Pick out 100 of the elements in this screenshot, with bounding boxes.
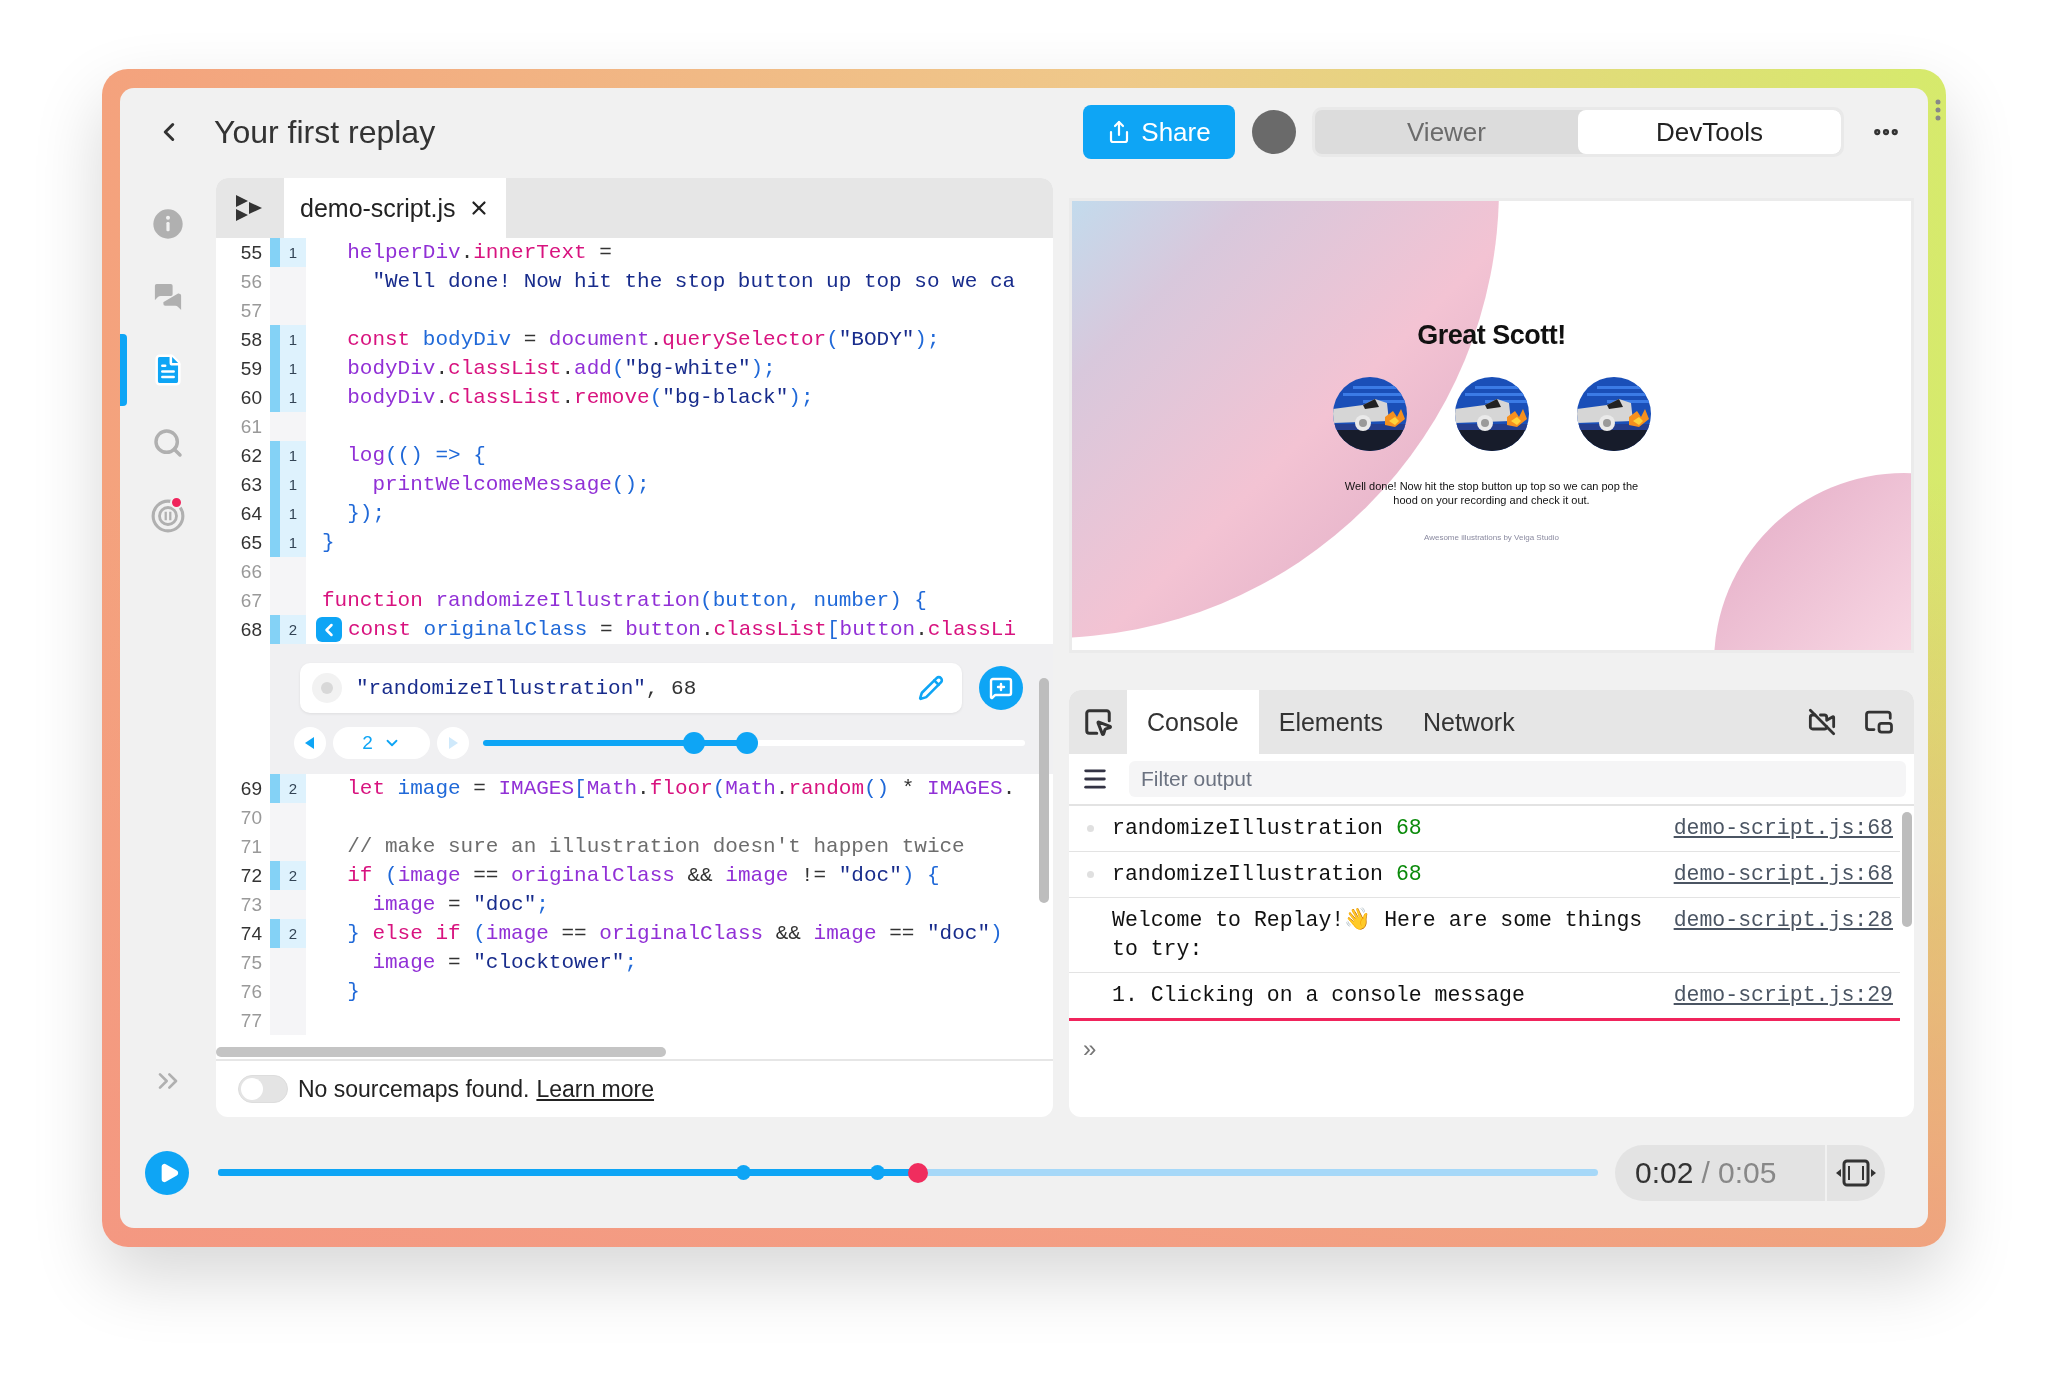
line-number: 62 — [239, 444, 263, 468]
hit-count: 1 — [270, 325, 306, 354]
message-text: Welcome to Replay!👋 Here are some things to try: — [1112, 908, 1643, 961]
bullet-icon — [1087, 871, 1094, 878]
line-number: 64 — [239, 502, 263, 526]
code-line: bodyDiv.classList.remove("bg-black"); — [346, 385, 814, 411]
code-line: }); — [346, 501, 385, 527]
source-link[interactable]: demo-script.js:68 — [1673, 814, 1900, 843]
line-number: 77 — [239, 1009, 263, 1033]
hit-gutter — [270, 557, 306, 586]
line-number: 65 — [239, 531, 263, 555]
previous-hit-button[interactable] — [294, 727, 326, 759]
bullet-icon — [1087, 825, 1094, 832]
hit-count: 2 — [270, 615, 306, 644]
filter-field[interactable]: Filter output — [1129, 761, 1906, 797]
source-link[interactable]: demo-script.js:28 — [1673, 906, 1900, 935]
console-message[interactable]: 1. Clicking on a console message demo-script.js:29 — [1069, 973, 1900, 1021]
slider-thumb[interactable] — [682, 732, 705, 754]
hit-count: 2 — [270, 919, 306, 948]
hit-count: 1 — [270, 238, 306, 267]
code-line: image = "doc"; — [371, 892, 549, 918]
code-line: const originalClass = button.classList[button.classLi — [348, 617, 1016, 643]
line-number: 59 — [239, 357, 263, 381]
line-number: 67 — [239, 589, 263, 613]
triangle-left-icon — [303, 736, 317, 750]
comment-plus-icon — [989, 676, 1013, 700]
scrollbar[interactable] — [216, 1047, 666, 1057]
line-number: 69 — [239, 777, 263, 801]
code-line: helperDiv.innerText = — [346, 240, 612, 266]
message-text: 1. Clicking on a console message — [1112, 983, 1525, 1007]
film-icon — [1836, 1158, 1876, 1187]
line-number: 72 — [239, 864, 263, 888]
search-icon — [152, 427, 184, 459]
video-off-icon[interactable] — [1808, 708, 1836, 736]
hit-count: 1 — [270, 383, 306, 412]
hit-gutter — [270, 948, 306, 977]
message-text: randomizeIllustration — [1112, 816, 1383, 840]
play-button[interactable] — [145, 1150, 189, 1195]
scrollbar[interactable] — [1902, 812, 1912, 927]
condition-toggle[interactable] — [312, 673, 342, 703]
view-tab[interactable]: Viewer — [1315, 110, 1578, 154]
console-tab[interactable]: Console — [1127, 690, 1259, 754]
line-number: 71 — [239, 835, 263, 859]
code-line: image = "clocktower"; — [371, 950, 638, 976]
code-line: } else if (image == originalClass && image == "doc") — [346, 921, 1003, 947]
credit-text: Awesome illustrations by Veiga Studio — [1423, 533, 1559, 542]
line-number: 57 — [239, 299, 263, 323]
code-line: let image = IMAGES[Math.floor(Math.random() * IMAGES. — [346, 776, 1016, 802]
code-line: } — [322, 530, 335, 556]
hit-slider[interactable] — [483, 732, 1025, 754]
page-message: Well done! Now hit the stop button up top so we can pop the hood on your recording and check it out. — [1343, 479, 1640, 507]
console-prompt[interactable]: » — [1069, 1021, 1097, 1063]
hit-gutter — [270, 890, 306, 919]
hit-count: 1 — [270, 528, 306, 557]
code-line: const bodyDiv = document.querySelector("BODY"); — [346, 327, 940, 353]
code-line: if (image == originalClass && image != "doc") { — [346, 863, 940, 889]
pause-icon — [151, 499, 185, 533]
console-message[interactable]: Welcome to Replay!👋 Here are some things to try: demo-script.js:28 — [1069, 898, 1900, 973]
line-number: 55 — [239, 241, 263, 265]
hit-count: 1 — [270, 470, 306, 499]
hit-count: 1 — [270, 499, 306, 528]
hit-count: 1 — [270, 354, 306, 383]
line-number: 63 — [239, 473, 263, 497]
view-tab[interactable]: DevTools — [1578, 110, 1841, 154]
console-tab[interactable]: Network — [1402, 690, 1535, 754]
playhead[interactable] — [907, 1162, 928, 1183]
hit-count: 2 — [270, 861, 306, 890]
code-line: } — [346, 979, 360, 1005]
edit-icon[interactable] — [918, 675, 944, 701]
scrollbar[interactable] — [1039, 678, 1049, 903]
current-time: 0:02 — [1635, 1155, 1694, 1190]
message-value: 68 — [1395, 816, 1422, 840]
slider-thumb[interactable] — [735, 732, 758, 754]
message-text: randomizeIllustration — [1112, 862, 1383, 886]
source-link[interactable]: demo-script.js:68 — [1673, 860, 1900, 889]
hit-gutter — [270, 832, 306, 861]
timeline-slider[interactable] — [218, 1162, 1598, 1183]
source-link[interactable]: demo-script.js:29 — [1673, 981, 1900, 1010]
hit-gutter — [270, 803, 306, 832]
line-number: 70 — [239, 806, 263, 830]
logpoint-field[interactable]: "randomizeIllustration", 68 — [300, 663, 962, 713]
line-number: 61 — [239, 415, 263, 439]
console-tab[interactable]: Elements — [1258, 690, 1403, 754]
code-line: // make sure an illustration doesn't happen twice — [346, 834, 965, 860]
console-message[interactable]: randomizeIllustration 68 demo-script.js:68 — [1069, 806, 1900, 852]
code-line: function randomizeIllustration(button, number) { — [322, 588, 927, 614]
replay-logo-icon — [234, 193, 264, 223]
file-tab[interactable]: demo-script.js — [284, 178, 506, 238]
sourcemaps-message: No sourcemaps found. Learn more — [298, 1075, 655, 1103]
learn-more-link[interactable]: Learn more — [536, 1075, 655, 1102]
avatar[interactable] — [1252, 110, 1296, 154]
page-heading: Great Scott! — [1417, 319, 1566, 352]
sourcemaps-toggle[interactable] — [238, 1075, 288, 1103]
line-number: 75 — [239, 951, 263, 975]
code-line: log(() => { — [346, 443, 486, 469]
add-comment-button[interactable] — [979, 666, 1023, 710]
console-message[interactable]: randomizeIllustration 68 demo-script.js:68 — [1069, 852, 1900, 898]
info-icon — [152, 208, 184, 240]
hit-count: 2 — [270, 774, 306, 803]
grip-icon[interactable] — [1935, 99, 1941, 121]
